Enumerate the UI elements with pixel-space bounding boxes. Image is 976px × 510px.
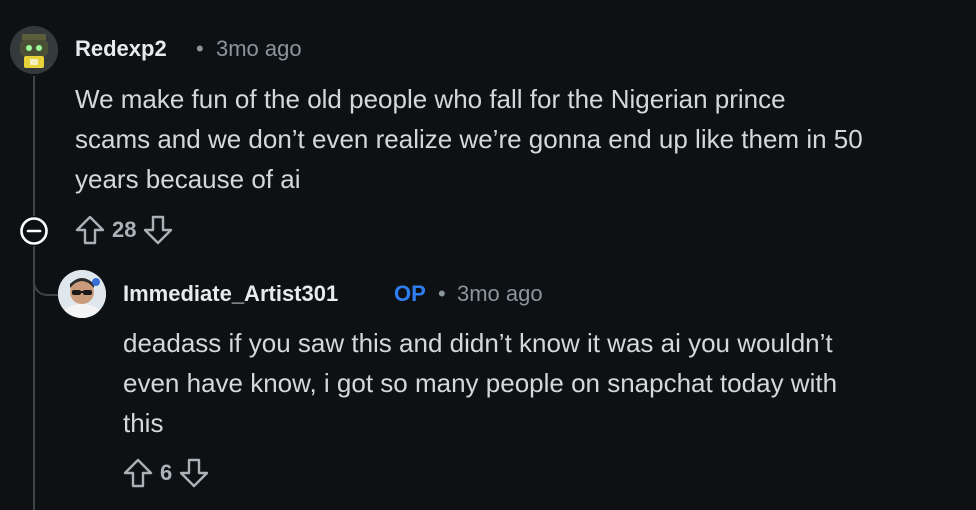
meta-separator: • xyxy=(438,281,446,306)
person-avatar-icon xyxy=(58,270,106,318)
vote-bar: 28 xyxy=(74,214,174,246)
reply-connector xyxy=(33,268,59,296)
comment-timestamp[interactable]: 3mo ago xyxy=(216,36,302,62)
comment-body-line: deadass if you saw this and didn’t know … xyxy=(123,328,833,358)
avatar-redexp2[interactable] xyxy=(10,26,58,74)
vote-score: 6 xyxy=(160,460,173,485)
vote-bar: 6 xyxy=(122,457,210,489)
upvote-icon[interactable] xyxy=(74,214,106,246)
comment-timestamp[interactable]: 3mo ago xyxy=(457,281,543,307)
thread-line[interactable] xyxy=(33,76,35,216)
comment-body: deadass if you saw this and didn’t know … xyxy=(123,323,837,443)
downvote-icon[interactable] xyxy=(178,457,210,489)
downvote-icon[interactable] xyxy=(142,214,174,246)
avatar-immediate-artist301[interactable] xyxy=(58,270,106,318)
comment-author[interactable]: Redexp2 xyxy=(75,36,167,62)
robot-avatar-icon xyxy=(10,26,58,74)
comment-body-line: We make fun of the old people who fall f… xyxy=(75,84,786,114)
comment-body-line: scams and we don’t even realize we’re go… xyxy=(75,124,863,154)
comment-body: We make fun of the old people who fall f… xyxy=(75,79,863,199)
comment-body-line: even have know, i got so many people on … xyxy=(123,368,838,398)
comment-thread: Redexp2 • 3mo ago We make fun of the old… xyxy=(0,0,976,510)
vote-score: 28 xyxy=(112,217,137,242)
comment-body-line: years because of ai xyxy=(75,164,301,194)
op-badge: OP xyxy=(394,281,426,306)
comment-body-line: this xyxy=(123,408,164,438)
upvote-icon[interactable] xyxy=(122,457,154,489)
comment-author[interactable]: Immediate_Artist301 xyxy=(123,281,338,307)
collapse-thread-button[interactable] xyxy=(19,216,49,246)
meta-separator: • xyxy=(196,36,204,61)
